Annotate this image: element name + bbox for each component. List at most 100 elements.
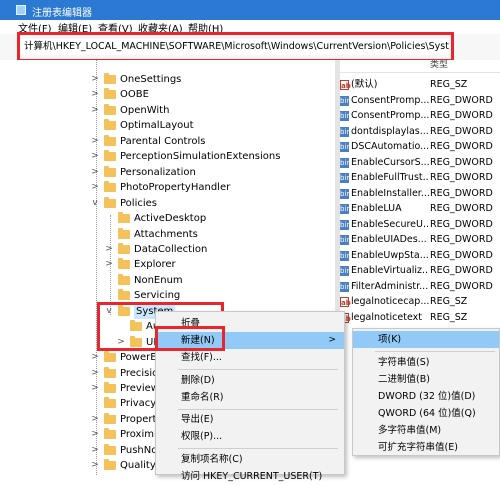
tree-node-label: Personalization: [120, 166, 196, 178]
new-submenu: 项(K) 字符串值(S) 二进制值(B) DWORD (32 位)值(D) QW…: [352, 328, 500, 456]
tree-node-label: Privacy: [120, 398, 157, 410]
menu-item-rename[interactable]: 重命名(R): [156, 389, 344, 406]
collapsed-chevron-icon[interactable]: >: [90, 350, 100, 365]
tree-node-label: Preview: [120, 383, 159, 394]
tree-node-label: Attachments: [134, 228, 198, 240]
collapsed-chevron-icon[interactable]: >: [104, 242, 114, 257]
folder-icon: [104, 150, 116, 162]
folder-icon: [118, 289, 130, 301]
value-row[interactable]: bin EnableSecureU... REG_DWORD: [340, 217, 500, 233]
tree-node-label: OptimalLayout: [120, 120, 194, 132]
value-name: DSCAutomatio...: [351, 141, 429, 152]
header-type[interactable]: 类型: [430, 60, 448, 70]
collapsed-chevron-icon[interactable]: >: [90, 412, 100, 427]
menu-item-goto-hkcu[interactable]: 访问 HKEY_CURRENT_USER(T): [156, 468, 344, 485]
folder-icon: [104, 88, 116, 100]
collapsed-chevron-icon[interactable]: >: [90, 180, 100, 195]
menu-item-permissions[interactable]: 权限(P)...: [156, 428, 344, 445]
binary-value-icon: bin: [340, 250, 351, 261]
collapsed-chevron-icon[interactable]: >: [90, 87, 100, 102]
value-name: dontdisplaylas...: [351, 125, 429, 137]
value-row[interactable]: bin EnableVirtualiz... REG_DWORD: [340, 263, 500, 279]
submenu-item-dword-value[interactable]: DWORD (32 位)值(D): [353, 388, 499, 405]
binary-value-icon: bin: [340, 204, 351, 214]
value-name: legalnoticecap...: [351, 296, 429, 307]
menu-item-find[interactable]: 查找(F)...: [156, 349, 344, 366]
folder-icon: [118, 242, 130, 254]
menu-item-copy-key-name[interactable]: 复制项名称(C): [156, 451, 344, 468]
folder-icon: [104, 351, 116, 363]
collapsed-chevron-icon[interactable]: >: [90, 458, 100, 473]
collapsed-chevron-icon[interactable]: >: [104, 257, 114, 272]
menu-separator: [178, 409, 338, 410]
collapsed-chevron-icon[interactable]: >: [90, 149, 100, 164]
value-name: FilterAdministr...: [351, 280, 429, 292]
value-type: REG_DWORD: [430, 218, 493, 230]
value-row[interactable]: bin ConsentPromp... REG_DWORD: [340, 93, 500, 109]
value-type: REG_DWORD: [430, 172, 493, 183]
folder-icon: [104, 459, 116, 471]
collapsed-chevron-icon[interactable]: >: [90, 103, 100, 118]
value-type: REG_DWORD: [430, 141, 493, 152]
value-row[interactable]: ab (默认) REG_SZ: [340, 77, 500, 93]
value-row[interactable]: bin ConsentPromp... REG_DWORD: [340, 108, 500, 124]
collapsed-chevron-icon[interactable]: >: [90, 427, 100, 442]
value-row[interactable]: ab legalnoticetext REG_SZ: [340, 310, 500, 326]
value-type: REG_DWORD: [430, 110, 493, 121]
tree-node-label: PhotoPropertyHandler: [120, 182, 231, 194]
value-row[interactable]: bin EnableUIADes... REG_DWORD: [340, 232, 500, 248]
value-name: ConsentPromp...: [351, 110, 429, 121]
collapsed-chevron-icon[interactable]: >: [90, 134, 100, 149]
value-row[interactable]: ab legalnoticecap... REG_SZ: [340, 294, 500, 310]
value-row[interactable]: bin DSCAutomatio... REG_DWORD: [340, 139, 500, 155]
folder-icon: [104, 428, 116, 440]
value-type: REG_DWORD: [430, 265, 493, 276]
submenu-item-string-value[interactable]: 字符串值(S): [353, 354, 499, 371]
value-name: EnableUIADes...: [351, 234, 427, 245]
binary-value-icon: bin: [340, 95, 351, 106]
registry-app-icon: [16, 5, 26, 15]
collapsed-chevron-icon[interactable]: >: [90, 366, 100, 381]
menu-item-delete[interactable]: 删除(D): [156, 372, 344, 389]
values-header: 类型: [340, 60, 500, 73]
value-row[interactable]: bin FilterAdministr... REG_DWORD: [340, 279, 500, 295]
tree-node-label: Explorer: [134, 259, 176, 271]
value-row[interactable]: bin dontdisplaylas... REG_DWORD: [340, 124, 500, 140]
value-name: EnableUwpSta...: [351, 249, 429, 261]
value-row[interactable]: bin EnableFullTrust... REG_DWORD: [340, 170, 500, 186]
title-bar: 注册表编辑器: [0, 0, 500, 20]
folder-icon: [104, 134, 116, 146]
binary-value-icon: bin: [340, 111, 351, 121]
submenu-item-qword-value[interactable]: QWORD (64 位)值(Q): [353, 405, 499, 422]
value-name: EnableLUA: [351, 203, 402, 214]
value-row[interactable]: bin EnableInstaller... REG_DWORD: [340, 186, 500, 202]
address-highlight-box: [17, 32, 454, 62]
tree-node-label: OOBE: [120, 89, 149, 101]
binary-value-icon: bin: [340, 157, 351, 168]
menu-item-export[interactable]: 导出(E): [156, 411, 344, 428]
binary-value-icon: bin: [340, 188, 351, 199]
submenu-item-multi-string-value[interactable]: 多字符串值(M): [353, 422, 499, 439]
folder-icon: [104, 412, 116, 424]
submenu-item-binary-value[interactable]: 二进制值(B): [353, 371, 499, 388]
folder-icon: [104, 397, 116, 409]
expanded-chevron-icon[interactable]: v: [90, 196, 100, 211]
collapsed-chevron-icon[interactable]: >: [90, 443, 100, 458]
collapsed-chevron-icon[interactable]: >: [90, 381, 100, 396]
value-row[interactable]: bin EnableLUA REG_DWORD: [340, 201, 500, 217]
submenu-item-expandable-string-value[interactable]: 可扩充字符串值(E): [353, 439, 499, 456]
value-type: REG_SZ: [430, 79, 468, 90]
collapsed-chevron-icon[interactable]: >: [90, 165, 100, 180]
tree-node-label: PushNo: [120, 444, 158, 456]
submenu-item-key[interactable]: 项(K): [353, 331, 499, 348]
folder-icon: [104, 73, 116, 84]
collapsed-chevron-icon[interactable]: >: [90, 72, 100, 87]
folder-icon: [118, 258, 130, 270]
value-name: EnableFullTrust...: [351, 172, 429, 183]
string-value-icon: ab: [340, 297, 351, 307]
value-name: ConsentPromp...: [351, 94, 429, 106]
folder-icon: [104, 119, 116, 131]
value-row[interactable]: bin EnableCursorS... REG_DWORD: [340, 155, 500, 171]
value-row[interactable]: bin EnableUwpSta... REG_DWORD: [340, 248, 500, 264]
tree-node-label: OpenWith: [120, 104, 170, 116]
